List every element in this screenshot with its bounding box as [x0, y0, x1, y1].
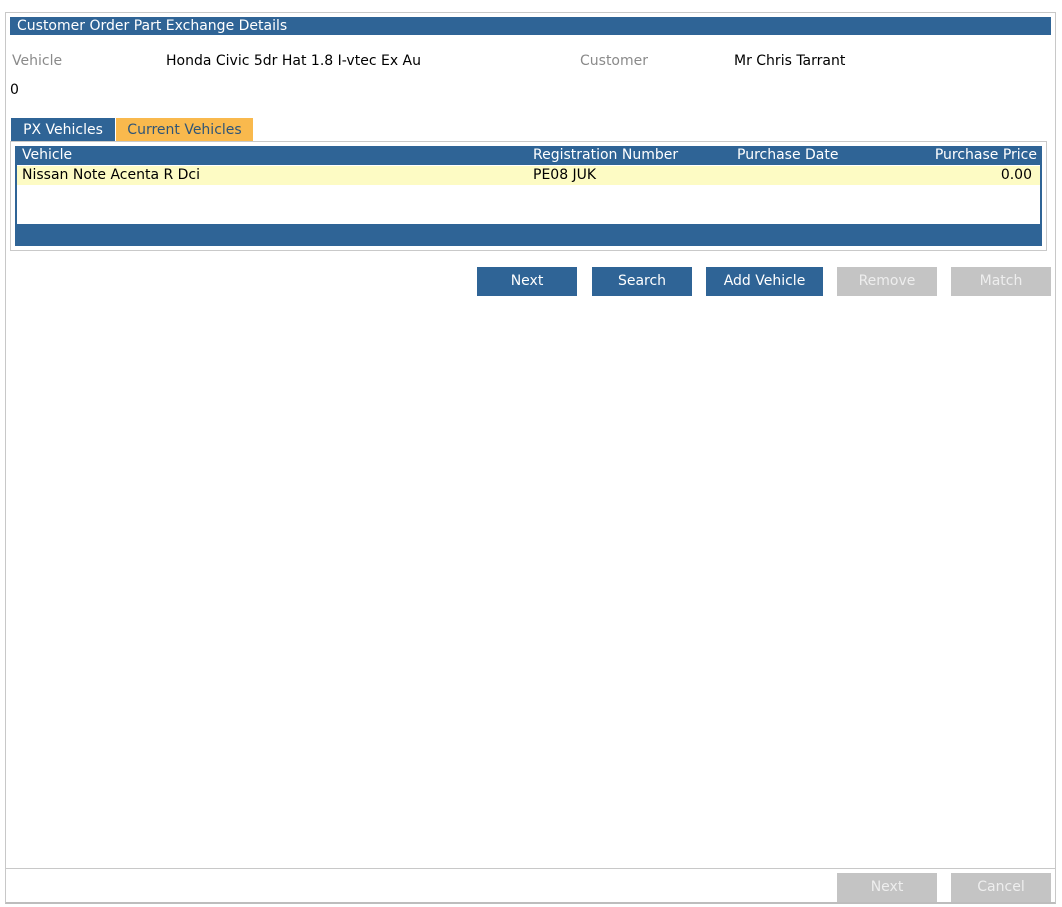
footer-divider: [6, 868, 1055, 869]
match-button[interactable]: Match: [951, 267, 1051, 296]
vehicles-grid: Vehicle Registration Number Purchase Dat…: [15, 146, 1042, 246]
px-count-value: 0: [10, 82, 19, 98]
column-header-registration-number[interactable]: Registration Number: [533, 146, 678, 165]
column-header-purchase-date[interactable]: Purchase Date: [737, 146, 839, 165]
vehicle-label: Vehicle: [12, 53, 63, 69]
footer-next-button[interactable]: Next: [837, 873, 937, 902]
search-button[interactable]: Search: [592, 267, 692, 296]
tab-current-vehicles[interactable]: Current Vehicles: [116, 118, 253, 142]
dialog-title: Customer Order Part Exchange Details: [10, 17, 1051, 35]
next-button[interactable]: Next: [477, 267, 577, 296]
row-vehicle-cell: Nissan Note Acenta R Dci: [22, 167, 201, 183]
grid-header: Vehicle Registration Number Purchase Dat…: [17, 146, 1040, 165]
remove-button[interactable]: Remove: [837, 267, 937, 296]
cancel-button[interactable]: Cancel: [951, 873, 1051, 902]
add-vehicle-button[interactable]: Add Vehicle: [706, 267, 823, 296]
column-header-purchase-price[interactable]: Purchase Price: [935, 146, 1037, 165]
grid-footer-bar: [17, 224, 1040, 244]
customer-value: Mr Chris Tarrant: [734, 53, 846, 69]
table-row[interactable]: Nissan Note Acenta R Dci PE08 JUK 0.00: [17, 166, 1040, 185]
tab-px-vehicles[interactable]: PX Vehicles: [11, 118, 115, 142]
vehicle-value: Honda Civic 5dr Hat 1.8 I-vtec Ex Au: [166, 53, 422, 69]
customer-label: Customer: [580, 53, 649, 69]
row-purchase-price-cell: 0.00: [1000, 167, 1032, 183]
column-header-vehicle[interactable]: Vehicle: [22, 146, 72, 165]
row-registration-cell: PE08 JUK: [533, 167, 597, 183]
